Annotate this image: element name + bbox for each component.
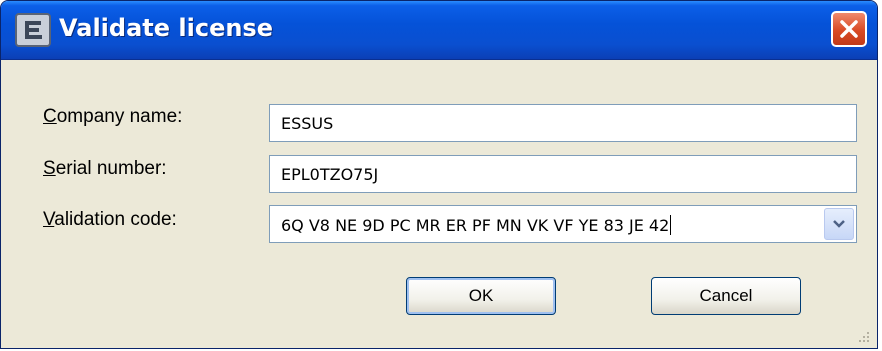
serial-number-field[interactable]: EPL0TZO75J: [269, 155, 857, 193]
validation-code-label: Validation code:: [43, 209, 177, 230]
validation-code-value: 6Q V8 NE 9D PC MR ER PF MN VK VF YE 83 J…: [281, 216, 670, 235]
window-title: Validate license: [59, 14, 273, 42]
close-button[interactable]: [831, 11, 867, 47]
text-caret: [670, 215, 672, 235]
ok-button[interactable]: OK: [406, 277, 556, 315]
company-name-value: ESSUS: [281, 114, 334, 133]
resize-grip[interactable]: [855, 328, 871, 344]
app-e-icon: [15, 13, 51, 47]
close-icon: [840, 20, 858, 38]
title-bar[interactable]: Validate license: [1, 1, 877, 60]
serial-number-value: EPL0TZO75J: [281, 165, 379, 184]
chevron-down-icon: [833, 220, 845, 228]
dialog-content: Company name: ESSUS Serial number: EPL0T…: [1, 60, 877, 348]
company-name-field[interactable]: ESSUS: [269, 104, 857, 142]
dropdown-button[interactable]: [824, 208, 854, 240]
validate-license-dialog: Validate license Company name: ESSUS Ser…: [0, 0, 878, 349]
validation-code-combobox[interactable]: 6Q V8 NE 9D PC MR ER PF MN VK VF YE 83 J…: [269, 205, 857, 243]
cancel-button[interactable]: Cancel: [651, 277, 801, 315]
company-name-label: Company name:: [43, 106, 183, 127]
serial-number-label: Serial number:: [43, 158, 167, 179]
